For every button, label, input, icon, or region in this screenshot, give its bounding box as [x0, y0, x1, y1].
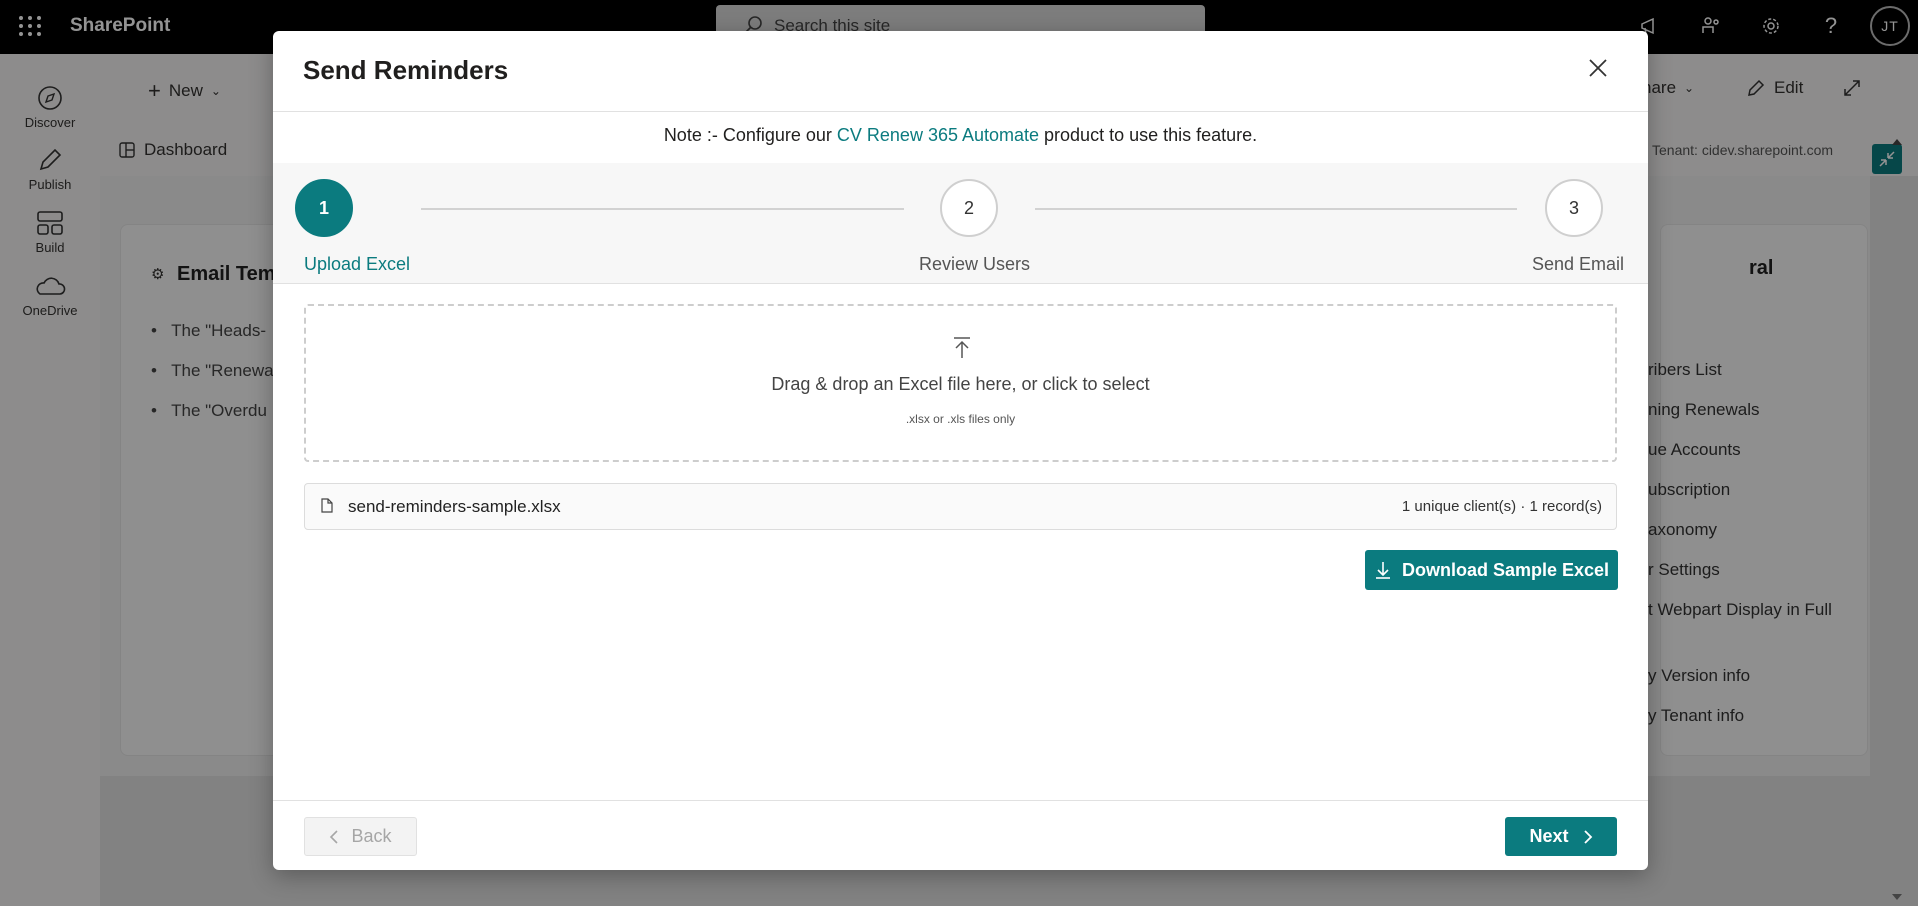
close-icon	[1589, 59, 1607, 77]
close-button[interactable]	[1583, 53, 1613, 83]
config-note: Note :- Configure our CV Renew 365 Autom…	[273, 125, 1648, 146]
product-link[interactable]: CV Renew 365 Automate	[837, 125, 1039, 145]
download-icon	[1375, 562, 1390, 579]
step-2-circle: 2	[940, 179, 998, 237]
divider	[273, 111, 1648, 112]
chevron-left-icon	[330, 829, 339, 844]
divider	[273, 800, 1648, 801]
step-connector	[421, 208, 904, 210]
scroll-down-icon[interactable]	[1890, 890, 1904, 904]
note-suffix: product to use this feature.	[1039, 125, 1258, 145]
next-button[interactable]: Next	[1505, 817, 1617, 856]
back-label: Back	[351, 826, 392, 846]
back-button[interactable]: Back	[304, 817, 417, 856]
selected-file: send-reminders-sample.xlsx 1 unique clie…	[304, 483, 1617, 530]
divider	[273, 283, 1648, 284]
step-1-circle: 1	[295, 179, 353, 237]
file-dropzone[interactable]: Drag & drop an Excel file here, or click…	[304, 304, 1617, 462]
download-sample-button[interactable]: Download Sample Excel	[1365, 550, 1618, 590]
chevron-right-icon	[1583, 829, 1592, 844]
step-2-label: Review Users	[919, 254, 1031, 274]
dialog-title: Send Reminders	[303, 55, 509, 85]
dropzone-text: Drag & drop an Excel file here, or click…	[771, 374, 1150, 394]
file-name: send-reminders-sample.xlsx	[348, 497, 561, 516]
send-reminders-dialog: Send Reminders Note :- Configure our CV …	[273, 31, 1648, 870]
upload-icon	[954, 337, 970, 358]
dropzone-subtext: .xlsx or .xls files only	[905, 412, 1016, 426]
step-1-label: Upload Excel	[304, 254, 411, 274]
step-3-label: Send Email	[1532, 254, 1625, 274]
stepper: 1 Upload Excel 2 Review Users 3 Send Ema…	[273, 163, 1648, 283]
step-connector	[1035, 208, 1517, 210]
note-prefix: Note :- Configure our	[663, 125, 837, 145]
file-icon	[321, 498, 333, 513]
download-label: Download Sample Excel	[1401, 559, 1610, 580]
file-record-count: 1 unique client(s) · 1 record(s)	[1401, 498, 1602, 515]
step-3-circle: 3	[1545, 179, 1603, 237]
next-label: Next	[1529, 826, 1569, 846]
